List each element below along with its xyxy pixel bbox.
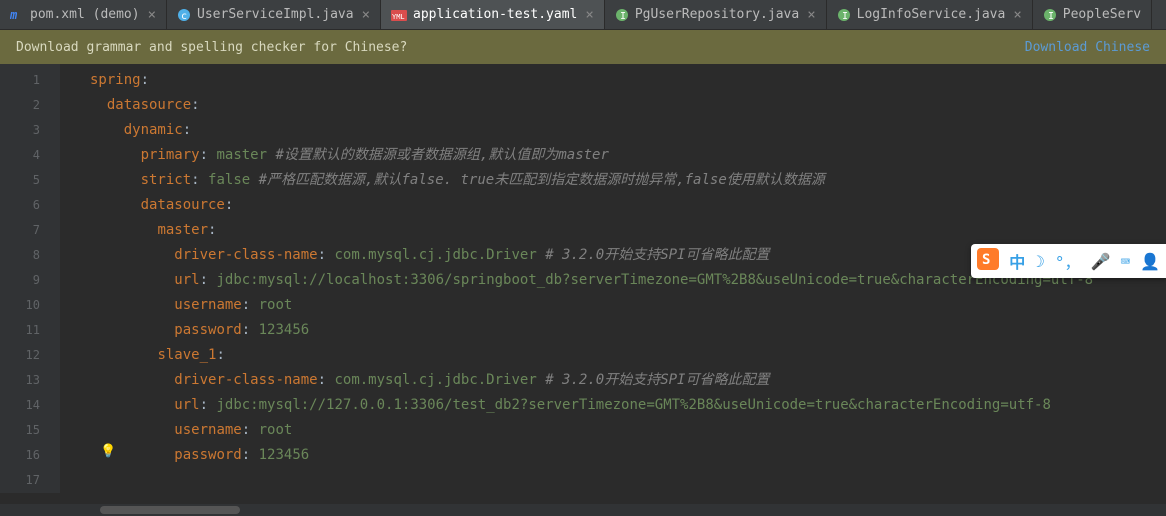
code-line[interactable]: slave_1: xyxy=(90,343,1093,368)
code-line[interactable]: datasource: xyxy=(90,193,1093,218)
code-line[interactable]: driver-class-name: com.mysql.cj.jdbc.Dri… xyxy=(90,368,1093,393)
svg-text:I: I xyxy=(1048,11,1054,22)
line-number: 16 xyxy=(0,443,60,468)
sogou-logo-icon: S xyxy=(977,248,999,274)
line-number: 7 xyxy=(0,218,60,243)
horizontal-scrollbar[interactable] xyxy=(0,504,1166,516)
line-number: 2 xyxy=(0,93,60,118)
line-number: 12 xyxy=(0,343,60,368)
line-number: 10 xyxy=(0,293,60,318)
close-icon[interactable]: × xyxy=(585,7,593,23)
line-number: 15 xyxy=(0,418,60,443)
keyboard-icon[interactable]: ⌨ xyxy=(1120,252,1130,271)
line-number: 14 xyxy=(0,393,60,418)
line-number: 11 xyxy=(0,318,60,343)
ime-toolbar[interactable]: S 中 ☽ °， 🎤 ⌨ 👤 xyxy=(971,244,1166,278)
maven-icon: m xyxy=(10,8,24,22)
tab-label: PgUserRepository.java xyxy=(635,7,799,22)
code-line[interactable]: driver-class-name: com.mysql.cj.jdbc.Dri… xyxy=(90,243,1093,268)
close-icon[interactable]: × xyxy=(362,7,370,23)
line-number: 4 xyxy=(0,143,60,168)
line-number: 8 xyxy=(0,243,60,268)
tab-label: UserServiceImpl.java xyxy=(197,7,354,22)
ime-lang-indicator[interactable]: 中 xyxy=(1009,249,1025,273)
svg-text:I: I xyxy=(842,11,848,22)
line-number: 5 xyxy=(0,168,60,193)
line-number: 9 xyxy=(0,268,60,293)
code-line[interactable]: username: root xyxy=(90,293,1093,318)
notification-banner: Download grammar and spelling checker fo… xyxy=(0,30,1166,64)
line-number: 1 xyxy=(0,68,60,93)
tab-application-test[interactable]: YML application-test.yaml × xyxy=(381,0,605,29)
line-number: 17 xyxy=(0,468,60,493)
code-line[interactable] xyxy=(90,468,1093,493)
svg-text:m: m xyxy=(10,8,18,22)
code-line[interactable]: password: 123456 xyxy=(90,318,1093,343)
tab-label: PeopleServ xyxy=(1063,7,1141,22)
punctuation-icon[interactable]: °， xyxy=(1055,249,1081,273)
tab-pguserrepo[interactable]: I PgUserRepository.java × xyxy=(605,0,827,29)
moon-icon[interactable]: ☽ xyxy=(1035,252,1045,271)
line-number: 6 xyxy=(0,193,60,218)
banner-message: Download grammar and spelling checker fo… xyxy=(16,40,407,55)
line-number: 13 xyxy=(0,368,60,393)
intention-bulb-icon[interactable]: 💡 xyxy=(100,444,116,459)
code-line[interactable]: username: root xyxy=(90,418,1093,443)
microphone-icon[interactable]: 🎤 xyxy=(1091,252,1111,271)
code-line[interactable]: primary: master #设置默认的数据源或者数据源组,默认值即为mas… xyxy=(90,143,1093,168)
yaml-icon: YML xyxy=(391,8,407,22)
tab-userservice[interactable]: c UserServiceImpl.java × xyxy=(167,0,381,29)
line-gutter: 1234567891011121314151617 xyxy=(0,64,60,493)
close-icon[interactable]: × xyxy=(1013,7,1021,23)
code-line[interactable]: spring: xyxy=(90,68,1093,93)
tab-label: pom.xml (demo) xyxy=(30,7,140,22)
svg-text:I: I xyxy=(620,11,626,22)
code-line[interactable]: strict: false #严格匹配数据源,默认false. true未匹配到… xyxy=(90,168,1093,193)
svg-text:S: S xyxy=(982,252,990,268)
code-line[interactable]: url: jdbc:mysql://127.0.0.1:3306/test_db… xyxy=(90,393,1093,418)
scrollbar-thumb[interactable] xyxy=(100,506,240,514)
code-line[interactable]: url: jdbc:mysql://localhost:3306/springb… xyxy=(90,268,1093,293)
java-interface-icon: I xyxy=(1043,8,1057,22)
code-line[interactable]: password: 123456 xyxy=(90,443,1093,468)
line-number: 3 xyxy=(0,118,60,143)
tab-bar: m pom.xml (demo) × c UserServiceImpl.jav… xyxy=(0,0,1166,30)
java-interface-icon: I xyxy=(615,8,629,22)
java-class-icon: c xyxy=(177,8,191,22)
code-line[interactable]: dynamic: xyxy=(90,118,1093,143)
svg-text:YML: YML xyxy=(392,13,405,21)
svg-text:c: c xyxy=(181,11,187,22)
tab-pom[interactable]: m pom.xml (demo) × xyxy=(0,0,167,29)
close-icon[interactable]: × xyxy=(807,7,815,23)
tab-label: application-test.yaml xyxy=(413,7,577,22)
java-interface-icon: I xyxy=(837,8,851,22)
user-icon[interactable]: 👤 xyxy=(1140,252,1160,271)
code-line[interactable]: master: xyxy=(90,218,1093,243)
code-line[interactable]: datasource: xyxy=(90,93,1093,118)
code-editor[interactable]: 1234567891011121314151617 spring: dataso… xyxy=(0,64,1166,493)
tab-loginfoservice[interactable]: I LogInfoService.java × xyxy=(827,0,1033,29)
tab-label: LogInfoService.java xyxy=(857,7,1006,22)
tab-peopleserv[interactable]: I PeopleServ xyxy=(1033,0,1152,29)
close-icon[interactable]: × xyxy=(148,7,156,23)
code-area[interactable]: spring: datasource: dynamic: primary: ma… xyxy=(60,64,1093,493)
banner-action-link[interactable]: Download Chinese xyxy=(1025,40,1150,55)
